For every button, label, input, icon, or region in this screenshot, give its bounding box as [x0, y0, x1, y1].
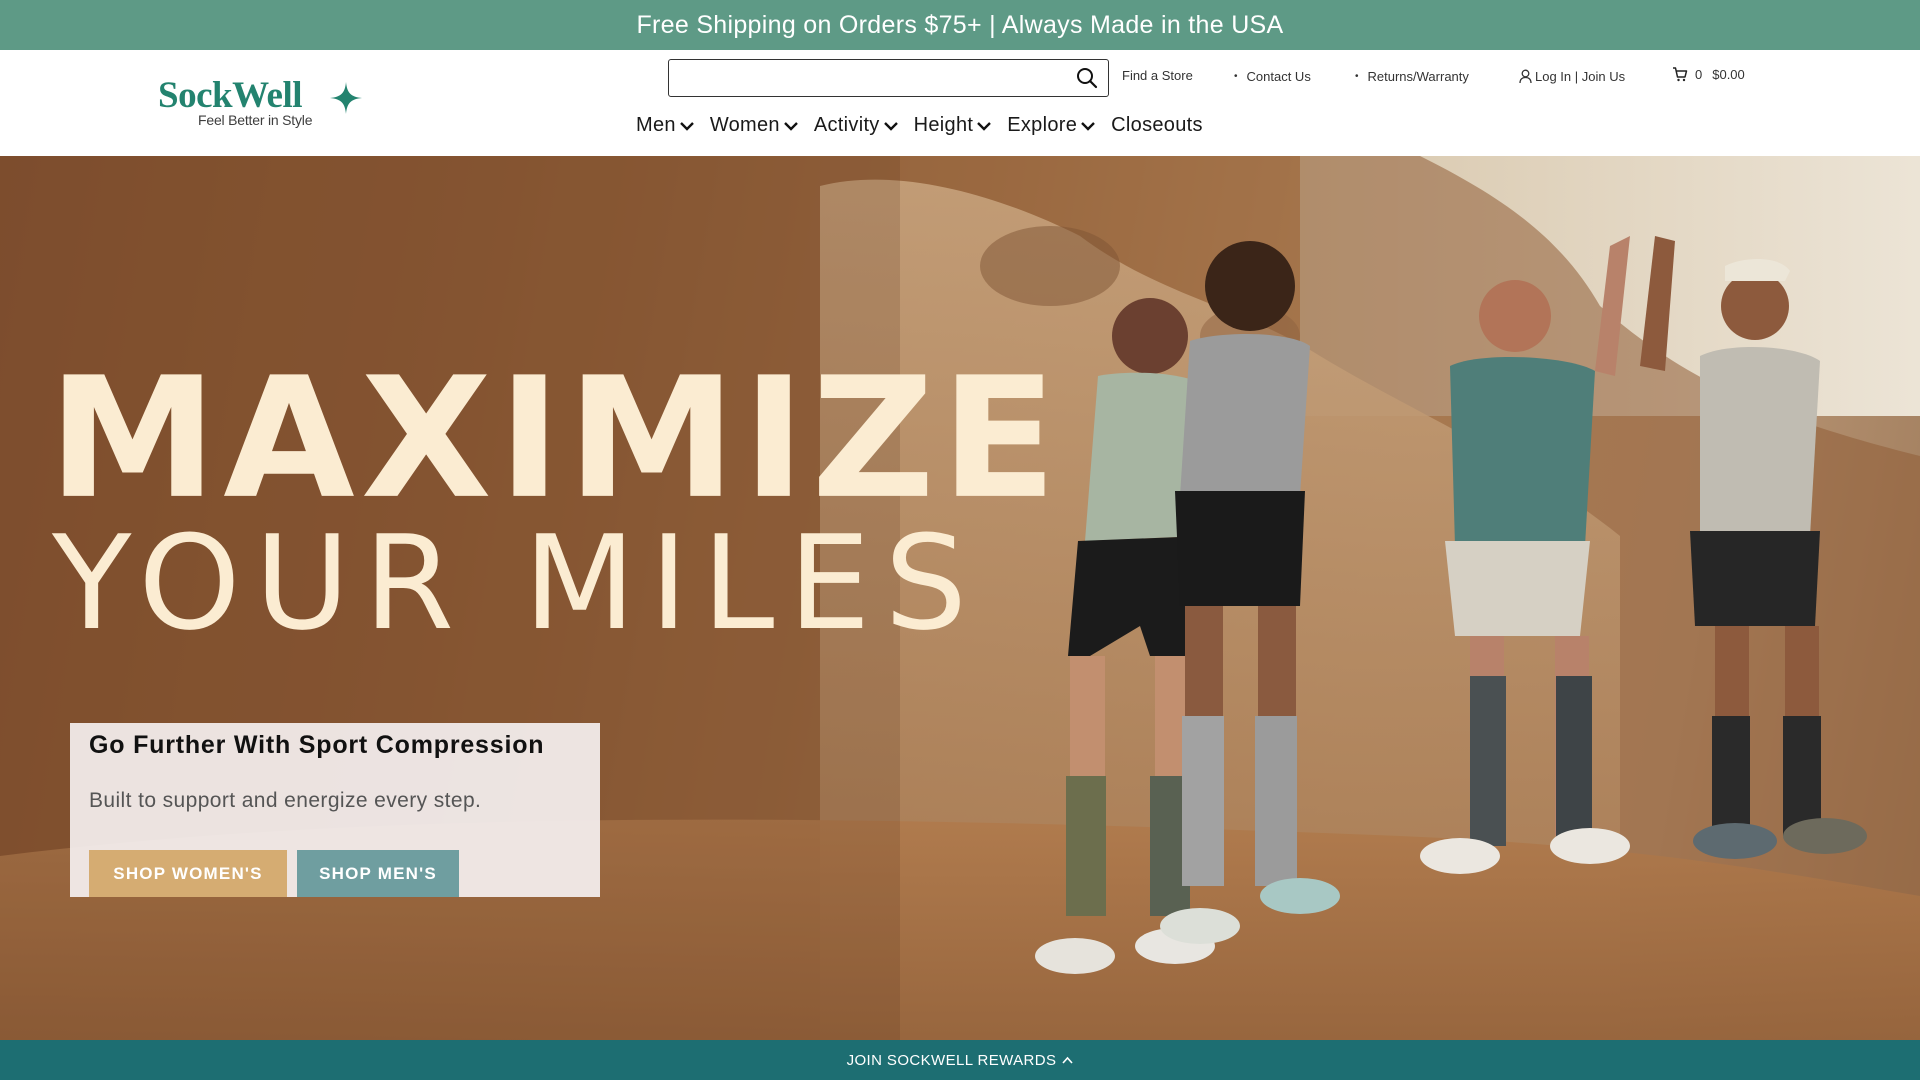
- chevron-down-icon: [679, 121, 694, 131]
- hero-headline-line2: YOUR MILES: [52, 507, 982, 659]
- cart-count: 0: [1695, 67, 1703, 82]
- nav-label: Women: [709, 114, 780, 136]
- hero-banner[interactable]: MAXIMIZE YOUR MILES Go Further With Spor…: [0, 156, 1920, 1040]
- chevron-down-icon: [977, 121, 992, 131]
- search-input[interactable]: [675, 64, 1055, 92]
- promo-card: Go Further With Sport Compression Built …: [70, 723, 600, 897]
- sparkle-icon: [330, 82, 362, 114]
- announcement-bar: Free Shipping on Orders $75+ | Always Ma…: [0, 0, 1920, 50]
- nav-item-height[interactable]: Height: [914, 114, 992, 137]
- nav-label: Activity: [813, 114, 880, 136]
- nav-label: Explore: [1007, 114, 1078, 136]
- logo[interactable]: SockWell Feel Better in Style: [158, 76, 368, 130]
- shop-mens-button[interactable]: SHOP MEN'S: [297, 850, 459, 897]
- announcement-text: Free Shipping on Orders $75+ | Always Ma…: [636, 10, 1284, 39]
- logo-tagline: Feel Better in Style: [198, 112, 313, 128]
- bullet: •: [1234, 71, 1238, 82]
- nav-item-explore[interactable]: Explore: [1007, 114, 1096, 137]
- chevron-down-icon: [1081, 121, 1096, 131]
- rewards-label: JOIN SOCKWELL REWARDS: [846, 1051, 1057, 1069]
- nav-item-men[interactable]: Men: [636, 114, 694, 137]
- search-box: [668, 59, 1109, 97]
- nav-label: Men: [636, 114, 676, 136]
- cart-link[interactable]: 0 $0.00: [1672, 67, 1745, 82]
- logo-wordmark: SockWell: [158, 75, 303, 116]
- cart-icon: [1673, 67, 1688, 82]
- contact-link[interactable]: • Contact Us: [1234, 69, 1311, 84]
- user-icon: [1519, 69, 1532, 84]
- site-header: SockWell Feel Better in Style Find a Sto…: [0, 50, 1920, 156]
- chevron-up-icon: [1062, 1056, 1074, 1064]
- returns-label: Returns/Warranty: [1367, 69, 1469, 84]
- rewards-bar[interactable]: JOIN SOCKWELL REWARDS: [0, 1040, 1920, 1080]
- nav-item-closeouts[interactable]: Closeouts: [1111, 114, 1203, 137]
- nav-item-women[interactable]: Women: [710, 114, 798, 137]
- account-link[interactable]: Log In | Join Us: [1519, 69, 1625, 84]
- nav-label: Closeouts: [1111, 114, 1203, 136]
- chevron-down-icon: [883, 121, 898, 131]
- find-store-link[interactable]: Find a Store: [1122, 68, 1193, 83]
- nav-item-activity[interactable]: Activity: [814, 114, 898, 137]
- main-nav: Men Women Activity Height Explore Closeo…: [636, 114, 1219, 137]
- bullet: •: [1355, 71, 1359, 82]
- shop-womens-button[interactable]: SHOP WOMEN'S: [89, 850, 287, 897]
- search-icon[interactable]: [1076, 67, 1098, 89]
- contact-label: Contact Us: [1246, 69, 1311, 84]
- find-store-label: Find a Store: [1122, 68, 1193, 83]
- hero-headline-line1: MAXIMIZE: [48, 341, 1063, 537]
- account-label: Log In | Join Us: [1535, 69, 1626, 84]
- nav-label: Height: [913, 114, 974, 136]
- promo-subtitle: Built to support and energize every step…: [89, 789, 482, 812]
- returns-link[interactable]: • Returns/Warranty: [1355, 69, 1469, 84]
- chevron-down-icon: [784, 121, 798, 131]
- cart-total: $0.00: [1712, 67, 1745, 82]
- promo-title: Go Further With Sport Compression: [89, 731, 545, 759]
